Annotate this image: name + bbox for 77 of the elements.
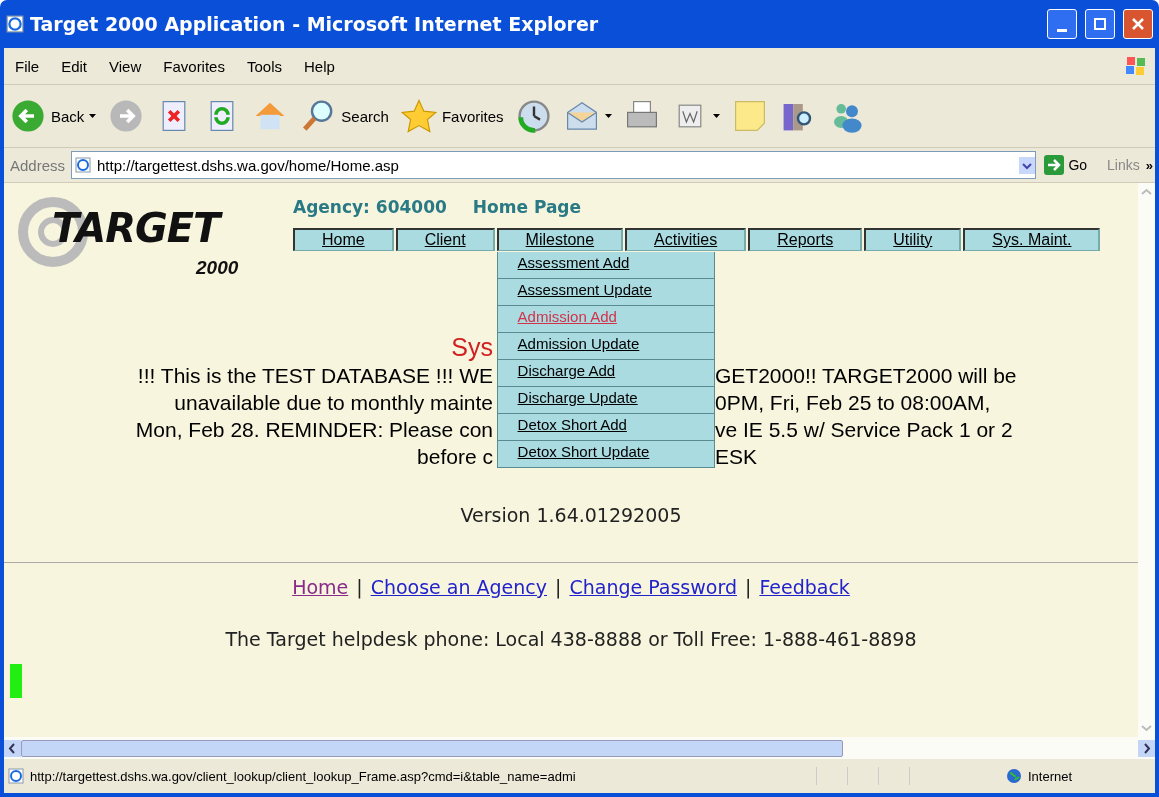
toolbar-label[interactable]: Favorites [441, 107, 504, 125]
back-icon[interactable] [10, 98, 46, 134]
notice-text: unavailable due to monthly mainte [174, 390, 493, 416]
address-label: Address [9, 156, 67, 174]
nav-tab[interactable]: Activities [625, 228, 747, 251]
horizontal-scrollbar[interactable] [4, 737, 1155, 759]
notice-text: GET2000!! TARGET2000 will be [715, 363, 1017, 389]
close-icon [1132, 18, 1144, 30]
dropdown-menu-item[interactable]: Discharge Update [496, 387, 715, 414]
footer-link[interactable]: Change Password [569, 576, 737, 598]
scroll-left-icon[interactable] [4, 739, 21, 757]
close-button[interactable] [1123, 9, 1153, 39]
page-title: Home Page [472, 197, 582, 217]
scroll-thumb[interactable] [21, 739, 843, 757]
logo-year: 2000 [196, 257, 239, 279]
caret-icon[interactable] [89, 114, 97, 118]
menu-item[interactable]: Favorites [152, 57, 236, 75]
globe-icon [1006, 768, 1022, 784]
helpdesk-text: The Target helpdesk phone: Local 438-8888 or Toll Free: 1-888-461-8898 [224, 628, 918, 650]
ie-window-icon [6, 15, 24, 33]
nav-tab[interactable]: Utility [864, 228, 962, 251]
star-icon[interactable] [400, 98, 437, 134]
notice-text: ESK [715, 444, 758, 470]
nav-tab[interactable]: Milestone [496, 228, 624, 251]
history-icon[interactable] [515, 98, 552, 134]
footer-link[interactable]: Home [292, 576, 349, 598]
nav-tab[interactable]: Reports [748, 228, 863, 251]
notice-text: ve IE 5.5 w/ Service Pack 1 or 2 [715, 417, 1013, 443]
dropdown-menu-item[interactable]: Assessment Update [496, 279, 715, 306]
link-separator: | [555, 576, 562, 598]
menu-item[interactable]: View [98, 57, 153, 75]
nav-tab[interactable]: Home [293, 228, 394, 251]
forward-icon[interactable] [108, 98, 145, 134]
footer-link[interactable]: Feedback [759, 576, 850, 598]
menu-item[interactable]: Tools [235, 57, 293, 75]
nav-tab[interactable]: Sys. Maint. [963, 228, 1101, 251]
menu-item[interactable]: File [4, 57, 51, 75]
maximize-button[interactable] [1085, 9, 1115, 39]
maximize-icon [1094, 18, 1106, 30]
scroll-right-icon[interactable] [1138, 739, 1155, 757]
dropdown-menu-item[interactable]: Discharge Add [496, 360, 715, 387]
footer-link[interactable]: Choose an Agency [370, 576, 548, 598]
ie-page-icon [8, 768, 24, 784]
notice-text: 0PM, Fri, Feb 25 to 08:00AM, [715, 390, 991, 416]
window-title: Target 2000 Application - Microsoft Internet Explorer [30, 13, 600, 35]
vertical-scrollbar[interactable] [1138, 183, 1155, 737]
notice-title: Sys [451, 333, 493, 362]
menu-item[interactable]: Help [293, 57, 346, 75]
caret-icon[interactable] [712, 114, 720, 118]
more-links-button[interactable]: » [1145, 157, 1155, 173]
toolbar-label[interactable]: Search [341, 107, 389, 125]
progress-indicator [10, 664, 22, 698]
status-url: http://targettest.dshs.wa.gov/client_lookup/client_lookup_Frame.asp?cmd=i&table_name=admi [30, 768, 577, 784]
minimize-button[interactable] [1047, 9, 1077, 39]
dropdown-menu-item[interactable]: Admission Update [496, 333, 715, 360]
notice-text: before c [417, 444, 493, 470]
link-separator: | [356, 576, 363, 598]
dropdown-menu-item[interactable]: Detox Short Add [496, 414, 715, 441]
dropdown-menu-item[interactable]: Detox Short Update [496, 441, 715, 468]
go-button[interactable]: Go [1064, 157, 1102, 173]
go-arrow-icon[interactable] [1044, 155, 1065, 175]
version-text: Version 1.64.01292005 [459, 504, 683, 526]
agency-label: Agency: 604000 [293, 197, 447, 217]
dropdown-menu-item[interactable]: Assessment Add [496, 252, 715, 279]
nav-tab[interactable]: Client [395, 228, 495, 251]
address-field[interactable]: http://targettest.dshs.wa.gov/home/Home.asp [71, 151, 1037, 179]
notice-text: !!! This is the TEST DATABASE !!! WE [137, 363, 493, 389]
link-separator: | [744, 576, 752, 598]
menu-item[interactable]: Edit [50, 57, 99, 75]
dropdown-icon[interactable] [1019, 156, 1036, 174]
zone-label: Internet [1028, 768, 1073, 784]
windows-logo-icon [1125, 56, 1147, 76]
minimize-icon [1057, 28, 1067, 32]
notice-text: Mon, Feb 28. REMINDER: Please con [135, 417, 493, 443]
caret-icon[interactable] [604, 114, 612, 118]
ie-page-icon [75, 157, 92, 173]
toolbar-label[interactable]: Back [51, 107, 85, 125]
